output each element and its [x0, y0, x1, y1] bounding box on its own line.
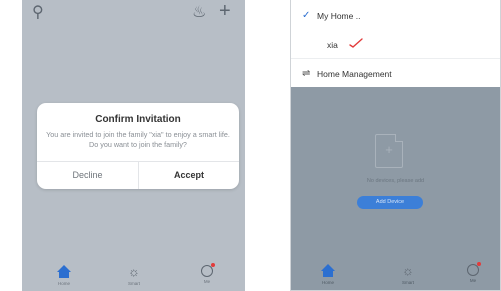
nav-me[interactable]: Me: [453, 262, 493, 284]
menu-divider: [291, 58, 500, 59]
nav-me[interactable]: Me: [187, 263, 227, 285]
nav-smart-label: Smart: [401, 280, 414, 285]
user-icon[interactable]: ⚲: [32, 4, 44, 22]
sun-icon: ☼: [402, 263, 414, 278]
nav-home[interactable]: Home: [308, 264, 348, 286]
plus-icon[interactable]: +: [219, 1, 231, 21]
bottom-nav: Home ☼ Smart Me: [22, 261, 245, 291]
top-bar: ⚲ ♨ +: [22, 0, 245, 26]
accept-button[interactable]: Accept: [139, 161, 239, 189]
sliders-icon: ⇌: [302, 68, 311, 79]
nav-home-label: Home: [57, 281, 70, 286]
add-device-button[interactable]: Add Device: [357, 196, 423, 209]
nav-home[interactable]: Home: [44, 265, 84, 287]
empty-state-message: No devices, please add: [366, 178, 425, 184]
dialog-title: Confirm Invitation: [95, 114, 181, 125]
sun-icon: ☼: [128, 264, 140, 279]
check-icon: ✓: [302, 10, 311, 21]
home-icon: [57, 265, 71, 279]
xia-label: xia: [327, 40, 338, 50]
bottom-nav: Home ☼ Smart Me: [291, 260, 500, 290]
nav-smart[interactable]: ☼ Smart: [388, 264, 428, 286]
microphone-icon[interactable]: ♨: [192, 4, 206, 22]
nav-smart-label: Smart: [127, 281, 140, 286]
right-phone-screen: ✓ My Home .. xia ⇌ Home Management + No …: [290, 0, 501, 291]
red-annotation-check-icon: [349, 38, 363, 48]
nav-me-label: Me: [469, 278, 477, 283]
me-icon: [467, 262, 481, 276]
nav-me-label: Me: [203, 279, 211, 284]
nav-home-label: Home: [321, 280, 334, 285]
home-icon: [321, 264, 335, 278]
dialog-message: You are invited to join the family "xia"…: [46, 130, 230, 149]
my-home-label: My Home ..: [317, 11, 361, 21]
empty-document-icon: +: [375, 134, 403, 168]
decline-button[interactable]: Decline: [37, 161, 138, 189]
left-phone-screen: ⚲ ♨ + Confirm Invitation You are invited…: [22, 0, 245, 291]
home-management-label: Home Management: [317, 69, 392, 79]
nav-smart[interactable]: ☼ Smart: [114, 265, 154, 287]
confirm-invitation-dialog: Confirm Invitation You are invited to jo…: [37, 103, 239, 189]
home-switcher-menu: ✓ My Home .. xia ⇌ Home Management: [291, 0, 500, 87]
me-icon: [201, 263, 215, 277]
